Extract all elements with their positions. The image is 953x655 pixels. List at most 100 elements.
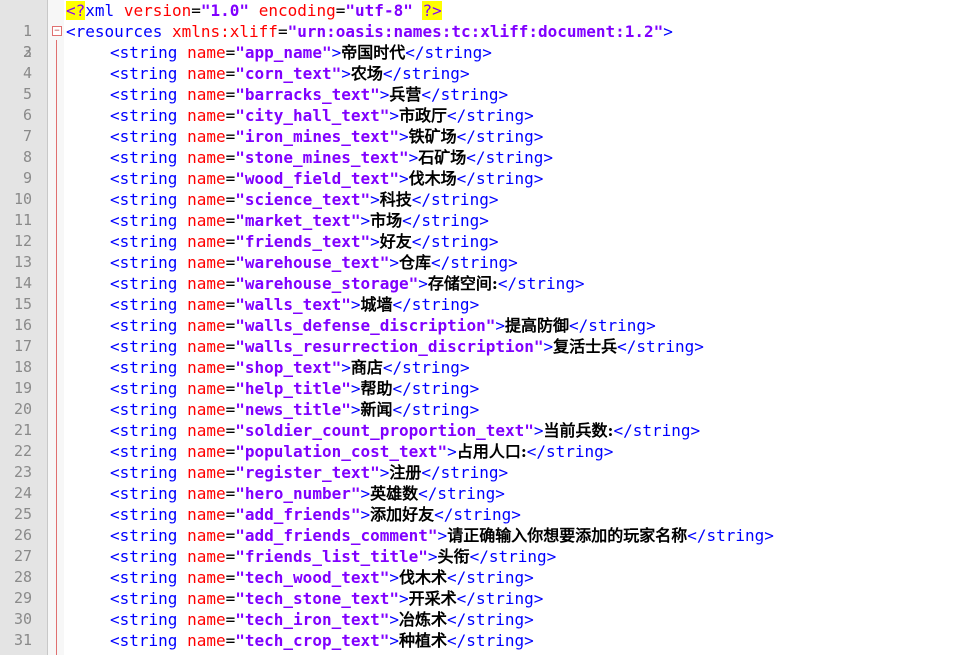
line-number: 30 (13, 610, 32, 628)
string-close-tag: </string> (382, 358, 470, 377)
line-number: 25 (13, 505, 32, 523)
line-content[interactable]: <string name="soldier_count_proportion_t… (66, 420, 700, 441)
string-text-value: 开采术 (408, 589, 457, 608)
encoding-attr: encoding (258, 1, 336, 20)
string-close-tag: </string> (526, 442, 614, 461)
line-content[interactable]: <string name="iron_mines_text">铁矿场</stri… (66, 126, 543, 147)
name-attr: name (187, 232, 226, 251)
string-open-tag: <string (110, 169, 178, 188)
line-content[interactable]: <string name="hero_number">英雄数</string> (66, 483, 505, 504)
line-content[interactable]: <?xml version="1.0" encoding="utf-8" ?> (66, 0, 442, 21)
encoding-value: "utf-8" (345, 1, 413, 20)
string-name-value: "news_title" (235, 400, 351, 419)
line-number: 6 (22, 106, 32, 124)
line-content[interactable]: <string name="market_text">市场</string> (66, 210, 489, 231)
line-content[interactable]: <string name="wood_field_text">伐木场</stri… (66, 168, 543, 189)
string-open-tag: <string (110, 526, 178, 545)
tag-close: > (418, 274, 428, 293)
name-attr: name (187, 190, 226, 209)
string-open-tag: <string (110, 379, 178, 398)
line-content[interactable]: <string name="add_friends_comment">请正确输入… (66, 525, 774, 546)
line-content[interactable]: <string name="population_cost_text">占用人口… (66, 441, 613, 462)
line-content[interactable]: <string name="stone_mines_text">石矿场</str… (66, 147, 553, 168)
line-content[interactable]: <string name="friends_text">好友</string> (66, 231, 498, 252)
line-content[interactable]: <string name="add_friends">添加好友</string> (66, 504, 521, 525)
tag-close: > (389, 568, 400, 587)
line-content[interactable]: <string name="warehouse_storage">存储空间:</… (66, 273, 585, 294)
line-content[interactable]: <string name="tech_stone_text">开采术</stri… (66, 588, 543, 609)
name-attr: name (187, 379, 226, 398)
code-editor[interactable]: − 1 <?xml version="1.0" encoding="utf-8"… (0, 0, 953, 655)
string-text-value: 好友 (379, 232, 412, 251)
string-text-value: 科技 (379, 190, 412, 209)
line-content[interactable]: <string name="walls_defense_discription"… (66, 315, 656, 336)
line-number: 13 (13, 253, 32, 271)
line-content[interactable]: <string name="walls_resurrection_discrip… (66, 336, 704, 357)
line-number: 23 (13, 463, 32, 481)
string-name-value: "city_hall_text" (235, 106, 390, 125)
line-content[interactable]: <string name="news_title">新闻</string> (66, 399, 479, 420)
code-line: 1 <?xml version="1.0" encoding="utf-8" ?… (0, 0, 953, 40)
line-content[interactable]: <string name="app_name">帝国时代</string> (66, 42, 492, 63)
line-content[interactable]: <string name="barracks_text">兵营</string> (66, 84, 508, 105)
line-number: 8 (22, 148, 32, 166)
line-content[interactable]: <string name="help_title">帮助</string> (66, 378, 479, 399)
code-line: 12 <string name="friends_text">好友</string… (0, 231, 953, 252)
tag-close: > (495, 316, 505, 335)
string-open-tag: <string (110, 610, 178, 629)
string-text-value: 铁矿场 (408, 127, 457, 146)
line-number: 19 (13, 379, 32, 397)
line-number: 18 (13, 358, 32, 376)
line-content[interactable]: <string name="walls_text">城墙</string> (66, 294, 479, 315)
equals-sign: = (225, 568, 236, 587)
version-attr: version (123, 1, 192, 20)
code-line: 5 <string name="barracks_text">兵营</string… (0, 84, 953, 105)
string-text-value: 帮助 (360, 379, 393, 398)
code-line: 9 <string name="wood_field_text">伐木场</str… (0, 168, 953, 189)
string-name-value: "add_friends_comment" (235, 526, 438, 545)
string-text-value: 种植术 (399, 631, 448, 650)
line-number: 31 (13, 631, 32, 649)
xmlns-value: "urn:oasis:names:tc:xliff:document:1.2" (287, 22, 664, 41)
line-content[interactable]: <string name="science_text">科技</string> (66, 189, 498, 210)
name-attr: name (187, 337, 226, 356)
string-text-value: 请正确输入你想要添加的玩家名称 (447, 526, 688, 545)
string-open-tag: <string (110, 547, 178, 566)
tag-close: > (389, 106, 400, 125)
string-name-value: "shop_text" (235, 358, 342, 377)
string-name-value: "walls_text" (235, 295, 351, 314)
name-attr: name (187, 421, 226, 440)
string-close-tag: </string> (469, 547, 557, 566)
name-attr: name (187, 169, 226, 188)
code-line: 18 <string name="shop_text">商店</string> (0, 357, 953, 378)
line-content[interactable]: <string name="tech_wood_text">伐木术</strin… (66, 567, 534, 588)
string-close-tag: </string> (447, 106, 534, 125)
tag-close: > (360, 211, 371, 230)
line-content[interactable]: <string name="shop_text">商店</string> (66, 357, 470, 378)
string-close-tag: </string> (456, 127, 544, 146)
line-number: 9 (22, 169, 32, 187)
tag-close: > (379, 85, 390, 104)
line-content[interactable]: <string name="corn_text">农场</string> (66, 63, 470, 84)
string-text-value: 市政厅 (399, 106, 448, 125)
string-text-value: 伐木场 (408, 169, 457, 188)
string-open-tag: <string (110, 505, 178, 524)
code-line: 22 <string name="population_cost_text">占用… (0, 441, 953, 462)
string-name-value: "warehouse_storage" (235, 274, 419, 293)
line-content[interactable]: <string name="tech_iron_text">冶炼术</strin… (66, 609, 534, 630)
equals-sign: = (225, 295, 236, 314)
pi-open: <? (66, 1, 86, 20)
string-close-tag: </string> (392, 400, 480, 419)
code-line: 23 <string name="register_text">注册</strin… (0, 462, 953, 483)
name-attr: name (187, 631, 226, 650)
name-attr: name (187, 211, 226, 230)
line-content[interactable]: <string name="warehouse_text">仓库</string… (66, 252, 518, 273)
line-content[interactable]: <string name="tech_crop_text">种植术</strin… (66, 630, 534, 651)
tag-close: > (360, 484, 371, 503)
string-open-tag: <string (110, 421, 178, 440)
line-content[interactable]: <string name="register_text">注册</string> (66, 462, 508, 483)
line-content[interactable]: <resources xmlns:xliff="urn:oasis:names:… (66, 21, 673, 42)
line-content[interactable]: <string name="city_hall_text">市政厅</strin… (66, 105, 534, 126)
code-line: 16 <string name="walls_defense_discriptio… (0, 315, 953, 336)
line-content[interactable]: <string name="friends_list_title">头衔</st… (66, 546, 556, 567)
